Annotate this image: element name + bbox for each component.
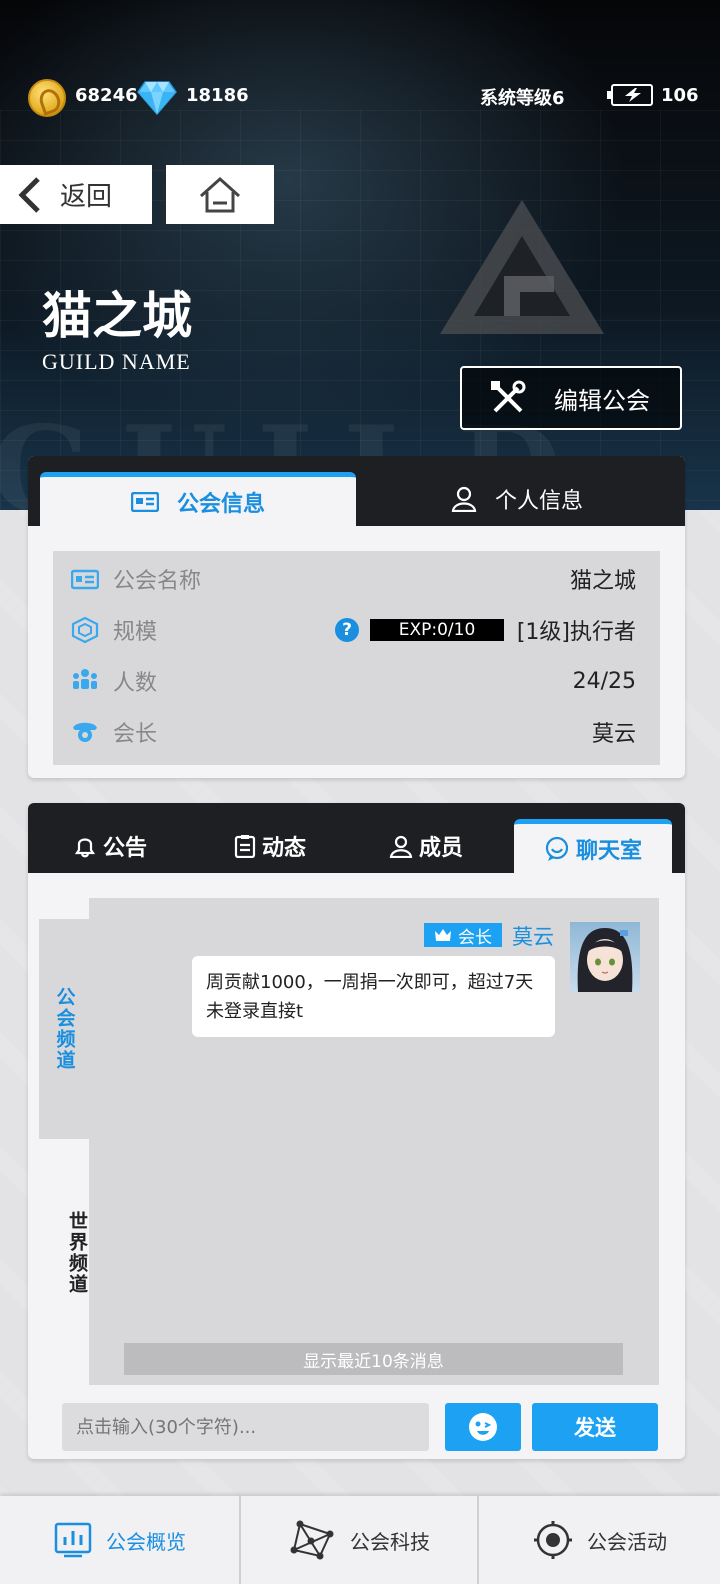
exp-progress-bar: EXP:0/10 [370,619,504,641]
back-label: 返回 [60,182,113,212]
tab-announcement[interactable]: 公告 [28,819,192,873]
nav-guild-overview-label: 公会概览 [106,1529,186,1554]
nav-guild-tech-label: 公会科技 [350,1529,430,1554]
info-row-leader: 会长 莫云 [53,707,660,757]
info-key-name: 公会名称 [113,569,202,594]
chart-icon [54,1522,92,1558]
message-bubble: 周贡献1000，一周捐一次即可，超过7天未登录直接t [192,956,555,1037]
info-row-name: 公会名称 猫之城 [53,554,660,604]
id-card-icon [130,491,159,512]
tab-chat-room-label: 聊天室 [575,838,642,864]
bottom-navigation: 公会概览 公会科技 公会活动 [0,1496,720,1584]
guild-chat-card: 公告 动态 成员 聊天室 公会频道 世界频道 会长 莫云 周贡献1000，一周捐… [28,803,685,1459]
edit-guild-label: 编辑公会 [554,386,650,415]
tab-activity[interactable]: 动态 [192,819,348,873]
channel-world[interactable]: 世界频道 [39,1173,91,1333]
chat-bubble-icon [545,836,569,861]
tab-members[interactable]: 成员 [348,819,504,873]
tab-chat-room[interactable]: 聊天室 [514,819,672,873]
leader-icon [73,722,97,742]
leader-badge-label: 会长 [458,927,492,948]
info-value-name: 猫之城 [569,569,636,594]
cube-icon [71,616,99,644]
tab-announcement-label: 公告 [102,836,147,861]
send-button[interactable]: 发送 [532,1403,658,1451]
nav-guild-events[interactable]: 公会活动 [480,1496,720,1584]
system-level: 系统等级6 [480,88,565,109]
bell-icon [74,838,96,858]
tools-icon [491,380,526,413]
nav-divider [477,1496,479,1584]
show-recent-notice: 显示最近10条消息 [124,1343,623,1375]
nav-guild-events-label: 公会活动 [587,1529,667,1554]
guild-info-table: 公会名称 猫之城 规模 ? EXP:0/10 [1级]执行者 人数 24/25 … [53,551,660,765]
info-row-members: 人数 24/25 [53,656,660,706]
coin-count: 68246 [75,85,138,106]
avatar[interactable] [570,922,640,992]
gem-count: 18186 [186,85,249,106]
clipboard-icon [234,835,256,858]
tab-members-label: 成员 [418,836,463,861]
coin-icon [28,79,66,117]
info-row-scale: 规模 ? EXP:0/10 [1级]执行者 [53,605,660,655]
energy-icon [607,84,653,106]
info-key-members: 人数 [113,671,158,696]
chat-input[interactable] [62,1403,429,1451]
diamond-icon [137,81,177,116]
network-icon [290,1520,334,1560]
guild-emblem-icon [440,200,604,334]
group-icon [73,669,97,689]
info-value-leader: 莫云 [591,722,636,747]
chat-tabbar: 公告 动态 成员 聊天室 [28,803,685,873]
back-button[interactable]: 返回 [0,165,152,224]
info-value-members: 24/25 [572,668,636,694]
tab-personal-info-label: 个人信息 [494,489,583,514]
tab-guild-info-label: 公会信息 [176,491,265,517]
channel-guild[interactable]: 公会频道 [39,919,91,1139]
info-value-scale: [1级]执行者 [516,620,636,645]
info-key-leader: 会长 [113,722,158,747]
id-card-icon [71,569,99,590]
person-icon [451,486,477,512]
guild-subtitle: GUILD NAME [42,349,191,374]
message-sender[interactable]: 莫云 [512,921,554,951]
home-icon [199,176,241,212]
energy-count: 106 [661,85,699,106]
home-button[interactable] [166,165,274,224]
emoji-button[interactable] [445,1403,521,1451]
tab-activity-label: 动态 [261,836,306,861]
info-key-scale: 规模 [113,620,158,645]
help-icon[interactable]: ? [335,618,359,642]
target-icon [534,1521,572,1559]
tab-personal-info[interactable]: 个人信息 [358,472,676,526]
person-icon [389,835,413,858]
nav-guild-tech[interactable]: 公会科技 [240,1496,480,1584]
edit-guild-button[interactable]: 编辑公会 [460,366,682,430]
emoji-icon [469,1413,497,1441]
status-bar: 68246 18186 系统等级6 106 [0,76,720,118]
nav-guild-overview[interactable]: 公会概览 [0,1496,240,1584]
chevron-left-icon [18,176,40,213]
leader-badge: 会长 [424,923,502,948]
crown-icon [435,929,451,941]
guild-info-card: 公会信息 个人信息 公会名称 猫之城 规模 ? EXP:0/10 [1级]执行者… [28,456,685,778]
guild-title: 猫之城 [42,286,192,345]
info-tabbar: 公会信息 个人信息 [28,456,685,526]
tab-guild-info[interactable]: 公会信息 [40,472,356,526]
